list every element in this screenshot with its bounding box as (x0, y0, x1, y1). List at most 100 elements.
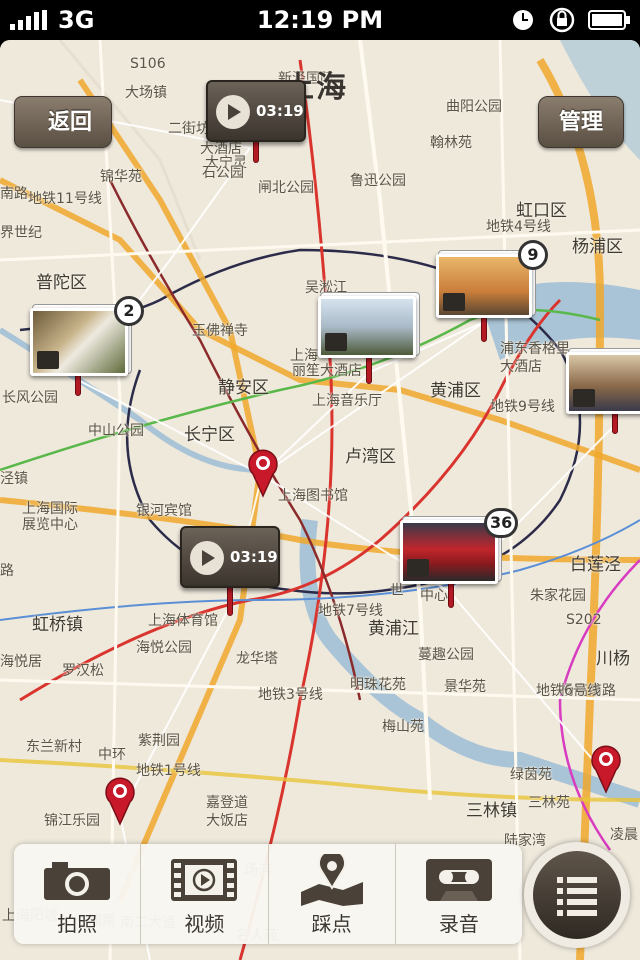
map-label: 玉佛禅寺 (192, 323, 248, 339)
map-label: 鲁迅公园 (350, 173, 406, 189)
map-label: 长风公园 (2, 390, 58, 406)
map-label: 地铁11号线 (28, 191, 102, 207)
video-camera-icon (325, 333, 347, 351)
map-label: 锦江乐园 (44, 813, 100, 829)
map-label: 杨浦区 (572, 237, 623, 257)
toolbar-label: 视频 (184, 912, 225, 936)
status-bar: 3G 12:19 PM (0, 0, 640, 40)
video-marker[interactable]: 03:19 (206, 80, 306, 142)
map-label: 地铁9号线 (490, 399, 555, 415)
map-label: 明珠花苑 (350, 677, 406, 693)
map-label: 罗汉松 (62, 663, 104, 679)
toolbar-label: 踩点 (311, 912, 352, 936)
map-label: 普陀区 (36, 273, 87, 293)
map-label: 中山公园 (88, 423, 144, 439)
map-view[interactable]: S106大场镇新泾国际曲阳公园康泰新城二街坊大酒店翰林苑大宁灵石公园闸北公园鲁迅… (0, 40, 640, 960)
map-label: 景华苑 (444, 679, 486, 695)
map-label: 大酒店 (500, 359, 542, 375)
map-label: 紫荆园 (138, 733, 180, 749)
toolbar-label: 录音 (438, 912, 479, 936)
play-icon (190, 541, 224, 575)
map-label: 龙华塔 (236, 651, 278, 667)
list-button[interactable] (524, 842, 630, 948)
map-label: 地铁3号线 (258, 687, 323, 703)
check-in-button[interactable]: 踩点 (269, 844, 396, 944)
map-label: 梅山苑 (382, 719, 424, 735)
map-label: 三林苑 (528, 795, 570, 811)
photo-count-badge: 2 (114, 296, 144, 326)
map-label: 银河宾馆 (136, 503, 192, 519)
map-label: 海悦居 (0, 654, 42, 670)
map-label: 朱家花园 (530, 588, 586, 604)
map-pin[interactable] (588, 742, 624, 794)
photo-marker[interactable] (436, 254, 532, 318)
map-label: 中心 (420, 588, 448, 604)
photo-icon (443, 293, 465, 311)
map-label: 白莲泾 (570, 555, 621, 575)
play-icon (216, 95, 250, 129)
film-icon (171, 859, 238, 901)
map-label: 海悦公园 (136, 640, 192, 656)
marker-stem (366, 356, 372, 384)
photo-count-badge: 9 (518, 240, 548, 270)
photo-marker[interactable] (318, 296, 416, 358)
photo-marker[interactable] (30, 308, 128, 376)
map-label: 凌晨 (610, 827, 638, 843)
camera-icon (44, 862, 111, 900)
map-label: 地铁7号线 (318, 603, 383, 619)
map-label: 南路 (0, 186, 28, 202)
map-label: 大场镇 (125, 85, 167, 101)
clock-icon (512, 10, 533, 30)
map-label: 界世纪 (0, 225, 42, 241)
photo-icon (407, 559, 429, 577)
map-label: 上海体育馆 (148, 613, 218, 629)
map-label: 三林镇 (466, 801, 517, 821)
map-label: 大饭店 (206, 813, 248, 829)
record-audio-button[interactable]: 录音 (396, 844, 522, 944)
map-label: 地铁1号线 (136, 763, 201, 779)
map-label: 静安区 (218, 378, 269, 398)
list-icon (557, 877, 597, 916)
map-label: 虹桥镇 (32, 615, 83, 635)
take-photo-button[interactable]: 拍照 (14, 844, 142, 944)
map-label: 泾镇 (0, 471, 28, 487)
manage-button[interactable]: 管理 (538, 96, 624, 148)
map-label: 锦华苑 (100, 169, 142, 185)
marker-stem (481, 314, 487, 342)
map-label: S202 (566, 612, 602, 628)
map-pin[interactable] (102, 774, 138, 826)
status-icons (510, 6, 632, 34)
rotation-lock-icon (549, 7, 575, 33)
battery-icon (588, 10, 630, 30)
map-label: 长宁区 (184, 425, 235, 445)
map-label: 曲阳公园 (446, 99, 502, 115)
map-label: 东兰新村 (26, 739, 82, 755)
map-label: 上海音乐厅 (312, 393, 382, 409)
map-label: 嘉登道 (206, 795, 248, 811)
map-label: 吴淞江 (305, 280, 347, 296)
map-label: 上海图书馆 (278, 488, 348, 504)
map-label: 闸北公园 (258, 180, 314, 196)
map-label: 二街坊 (168, 121, 210, 137)
map-label: 川杨 (596, 649, 630, 669)
bottom-toolbar: 拍照 视频 踩点 录音 (14, 844, 522, 944)
map-label: 黄浦区 (430, 381, 481, 401)
back-button[interactable]: 返回 (14, 96, 112, 148)
video-duration: 03:19 (230, 548, 278, 566)
photo-marker[interactable] (400, 520, 498, 584)
map-label: 地铁4号线 (486, 219, 551, 235)
map-label: S106 (130, 56, 166, 72)
photo-marker[interactable] (566, 352, 640, 414)
marker-stem (448, 580, 454, 608)
map-label: 蔓趣公园 (418, 647, 474, 663)
map-label: 浦东香格里 (500, 341, 570, 357)
map-label: 石公园 (202, 165, 244, 181)
video-camera-icon (37, 351, 59, 369)
video-duration: 03:19 (256, 102, 304, 120)
video-marker[interactable]: 03:19 (180, 526, 280, 588)
photo-count-badge: 36 (484, 508, 519, 538)
map-pin[interactable] (245, 446, 281, 498)
map-label: 卢湾区 (345, 447, 396, 467)
record-video-button[interactable]: 视频 (141, 844, 269, 944)
map-label: 丽笙大酒店 (292, 363, 362, 379)
